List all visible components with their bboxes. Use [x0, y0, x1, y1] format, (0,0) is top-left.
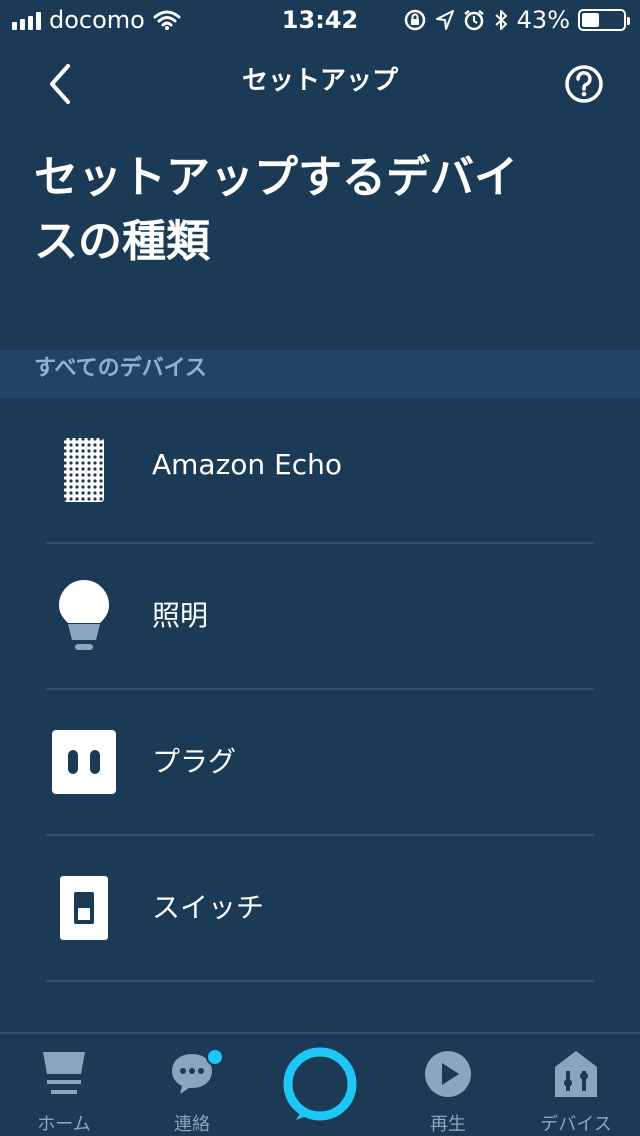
device-item-plug[interactable]: プラグ [0, 690, 640, 836]
device-item-amazon-echo[interactable]: Amazon Echo [0, 398, 640, 544]
battery-percent: 43% [516, 6, 570, 34]
location-icon [435, 10, 454, 30]
tab-label: 再生 [430, 1114, 466, 1135]
device-label: スイッチ [152, 891, 265, 924]
play-icon [424, 1048, 472, 1100]
help-icon [565, 65, 603, 103]
tab-home[interactable]: ホーム [0, 1034, 128, 1136]
tab-play[interactable]: 再生 [384, 1034, 512, 1136]
status-right: 43% [403, 6, 630, 34]
page-title: セットアップするデバイスの種類 [34, 152, 518, 267]
echo-speaker-icon [48, 434, 120, 506]
section-header: すべてのデバイス [0, 350, 640, 398]
tab-communicate[interactable]: 連絡 [128, 1034, 256, 1136]
home-icon [40, 1048, 88, 1100]
device-item-light[interactable]: 照明 [0, 544, 640, 690]
alexa-button[interactable] [282, 1046, 358, 1122]
device-label: 照明 [152, 599, 209, 632]
nav-bar: セットアップ [0, 40, 640, 120]
plug-icon [48, 726, 120, 798]
device-label: プラグ [152, 745, 237, 778]
nav-title: セットアップ [241, 66, 398, 96]
notification-badge [206, 1048, 224, 1066]
tab-devices[interactable]: デバイス [512, 1034, 640, 1136]
light-bulb-icon [48, 580, 120, 652]
tab-bar: ホーム 連絡 再生 デバイス [0, 1032, 640, 1136]
devices-icon [552, 1048, 600, 1100]
switch-icon [48, 872, 120, 944]
divider [46, 980, 594, 982]
help-button[interactable] [564, 64, 604, 104]
alexa-icon [283, 1047, 357, 1121]
device-list: Amazon Echo 照明 プラグ スイッチ [0, 398, 640, 982]
status-bar: docomo 13:42 43% [0, 0, 640, 40]
rotation-lock-icon [404, 9, 425, 31]
device-item-switch[interactable]: スイッチ [0, 836, 640, 982]
bluetooth-icon [494, 10, 507, 30]
battery-icon [578, 9, 630, 31]
tab-label: 連絡 [174, 1114, 210, 1135]
alarm-icon [463, 10, 484, 31]
tab-label: ホーム [37, 1114, 91, 1135]
device-label: Amazon Echo [152, 448, 343, 481]
battery-fill [582, 13, 600, 27]
tab-label: デバイス [540, 1114, 612, 1135]
